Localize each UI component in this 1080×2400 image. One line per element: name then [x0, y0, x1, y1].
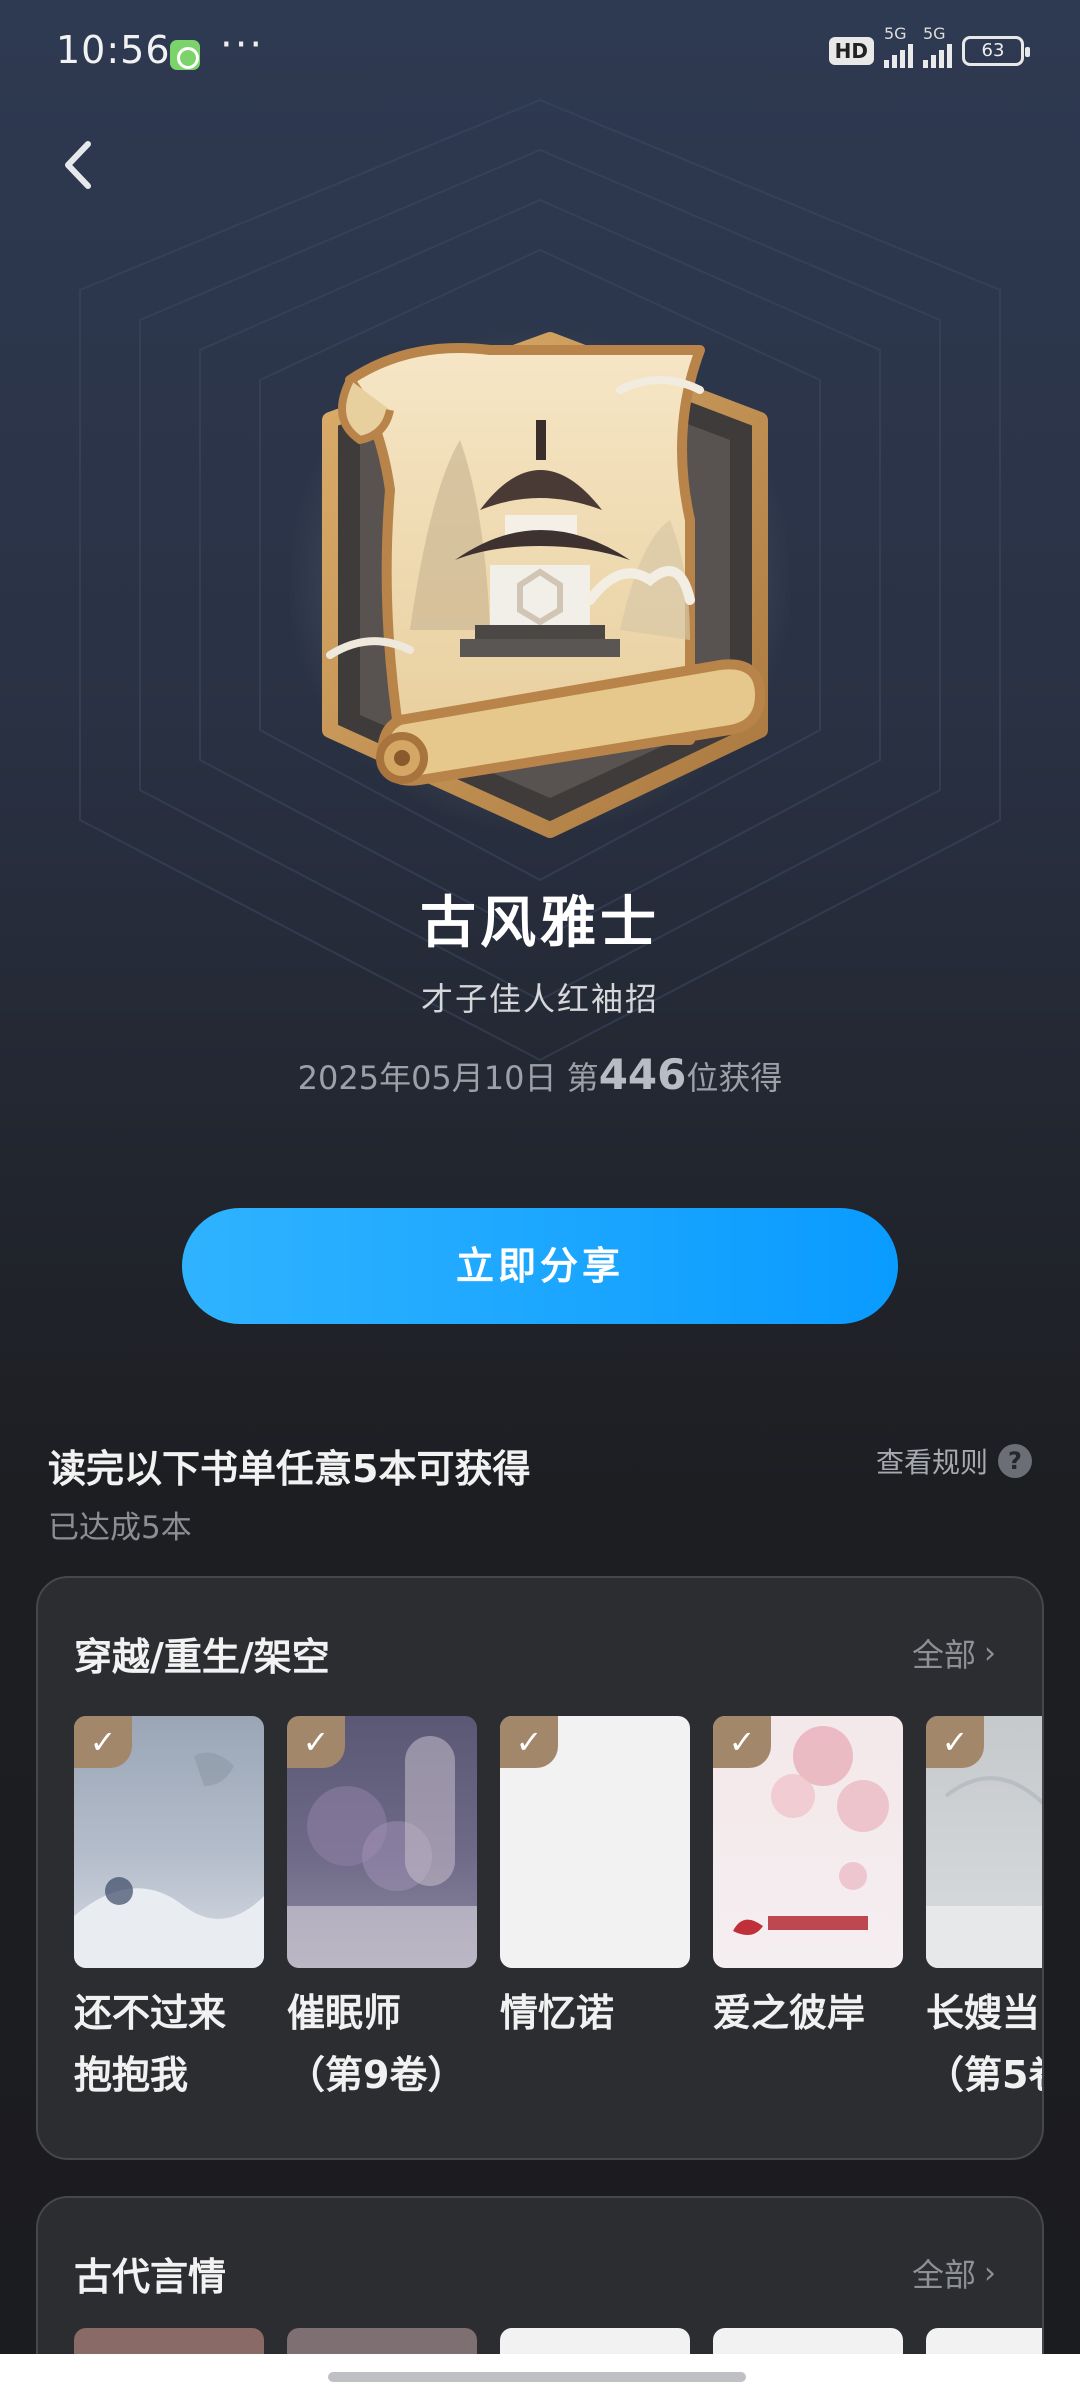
book-cover: ✓: [287, 1716, 477, 1968]
view-all-button[interactable]: 全部 ›: [912, 2250, 996, 2296]
battery-icon: 63: [962, 36, 1030, 66]
book-item[interactable]: ✓ 长嫂当 （第5卷: [926, 1716, 1042, 2106]
messaging-app-icon: [170, 40, 200, 70]
book-item[interactable]: ✓ 还不过来 抱抱我: [74, 1716, 264, 2106]
network-type-label: 5G: [923, 24, 946, 43]
hd-voice-icon: HD: [828, 37, 874, 65]
book-title: 催眠师 （第9卷）: [287, 1991, 466, 2097]
checkmark-icon: ✓: [74, 1716, 132, 1768]
view-rules-link[interactable]: 查看规则 ?: [876, 1441, 1032, 1481]
book-title: 爱之彼岸: [713, 1991, 866, 2035]
status-icons: HD 5G 5G 63: [828, 24, 1030, 68]
badge-rank: 446: [598, 1050, 687, 1099]
book-cover: ✓: [713, 1716, 903, 1968]
share-button[interactable]: 立即分享: [182, 1208, 898, 1324]
help-icon: ?: [998, 1444, 1032, 1478]
book-item[interactable]: ✓ 情忆诺: [500, 1716, 690, 2044]
book-cover: ✓: [500, 1716, 690, 1968]
checkmark-icon: ✓: [713, 1716, 771, 1768]
chevron-right-icon: ›: [984, 1635, 996, 1671]
booklist-title: 穿越/重生/架空: [74, 1635, 330, 1679]
book-item[interactable]: ✓ 爱之彼岸: [713, 1716, 903, 2044]
checkmark-icon: ✓: [500, 1716, 558, 1768]
network-type-label: 5G: [884, 24, 907, 43]
badge-subtitle: 才子佳人红袖招: [420, 980, 659, 1018]
view-all-button[interactable]: 全部 ›: [912, 1630, 996, 1676]
book-cover: ✓: [74, 1716, 264, 1968]
chevron-right-icon: ›: [984, 2255, 996, 2291]
requirement-progress: 已达成5本: [48, 1510, 192, 1546]
booklist-title: 古代言情: [74, 2255, 227, 2299]
more-notifications-icon: ···: [220, 22, 265, 68]
clock: 10:56: [56, 28, 171, 72]
checkmark-icon: ✓: [287, 1716, 345, 1768]
view-all-label: 全部: [911, 1636, 976, 1674]
book-title: 长嫂当 （第5卷: [926, 1991, 1042, 2097]
book-list: ✓ 还不过来 抱抱我 ✓ 催眠师 （第9卷） ✓ 情忆诺 ✓ 爱之彼岸 ✓ 长嫂…: [74, 1716, 1042, 2136]
back-button[interactable]: [50, 130, 110, 200]
badge-obtained-info: 2025年05月10日 第446位获得: [0, 1050, 1080, 1099]
chevron-left-icon: [65, 141, 91, 189]
view-all-label: 全部: [911, 2256, 976, 2294]
signal-icon-1: 5G: [884, 24, 913, 68]
status-bar: 10:56 ··· HD 5G 5G 63: [0, 0, 1080, 110]
book-item[interactable]: ✓ 催眠师 （第9卷）: [287, 1716, 477, 2106]
view-rules-label: 查看规则: [875, 1446, 988, 1479]
badge-date-suffix: 位获得: [686, 1059, 783, 1097]
book-title: 还不过来 抱抱我: [74, 1991, 227, 2097]
achievement-badge-image: [285, 310, 795, 850]
signal-icon-2: 5G: [923, 24, 952, 68]
home-indicator[interactable]: [328, 2372, 746, 2382]
book-cover: ✓: [926, 1716, 1042, 1968]
booklist-card: 穿越/重生/架空 全部 › ✓ 还不过来 抱抱我 ✓ 催眠师 （第9卷） ✓ 情…: [36, 1576, 1044, 2160]
book-title: 情忆诺: [500, 1991, 615, 2035]
badge-date-prefix: 2025年05月10日 第: [297, 1059, 599, 1097]
achievement-page: 10:56 ··· HD 5G 5G 63 古风雅士 才子佳人红袖招 2025年…: [0, 0, 1080, 2400]
badge-title: 古风雅士: [420, 891, 660, 956]
requirement-title: 读完以下书单任意5本可获得: [48, 1447, 531, 1491]
checkmark-icon: ✓: [926, 1716, 984, 1768]
